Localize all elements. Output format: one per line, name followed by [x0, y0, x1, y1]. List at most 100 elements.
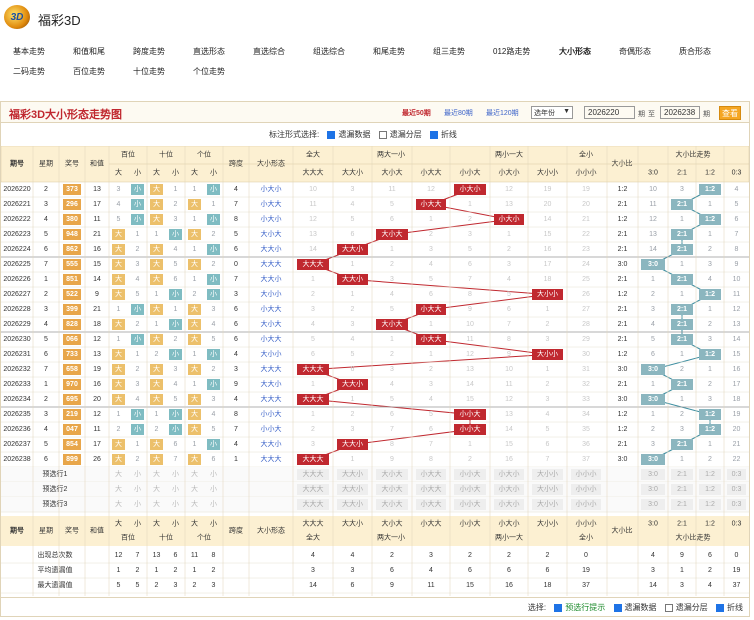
nav-item-13[interactable]: 百位走势	[73, 66, 105, 77]
ratio-miss-value: 11	[733, 291, 740, 298]
forecast-ratio: 1:2	[705, 501, 715, 508]
winning-number: 658	[66, 366, 78, 373]
nav-item-4[interactable]: 直选综合	[253, 46, 285, 57]
forecast-big: 大	[153, 484, 160, 493]
nav-item-15[interactable]: 个位走势	[193, 66, 225, 77]
period-cell: 2026228	[3, 306, 30, 313]
to-period-label: 期	[703, 111, 710, 118]
span-cell: 4	[234, 351, 238, 358]
bottom-missing-data-checkbox[interactable]	[613, 603, 622, 612]
polyline-checkbox[interactable]	[429, 130, 438, 139]
ge-small-value: 小	[210, 244, 217, 253]
stat-bai: 5	[136, 582, 140, 589]
forecast-ratio: 2:1	[677, 471, 687, 478]
form-miss-value: 7	[468, 276, 472, 283]
form-miss-value: 15	[544, 231, 552, 238]
ratio-miss-value: 16	[733, 366, 741, 373]
fucai-logo-icon[interactable]: 3D	[4, 5, 30, 29]
form-miss-value: 14	[309, 246, 317, 253]
form-miss-value: 6	[351, 366, 355, 373]
from-period-input[interactable]: 2026220	[584, 106, 635, 119]
ratio-miss-value: 2	[651, 426, 655, 433]
forecast-big: 大	[191, 499, 198, 508]
ratio-miss-value: 6	[735, 216, 739, 223]
form-cell: 小大大	[261, 334, 282, 343]
nav-item-10[interactable]: 奇偶形态	[619, 46, 651, 57]
forecast-small: 小	[134, 484, 141, 493]
stat-ge: 11	[191, 552, 198, 559]
week-cell: 3	[44, 411, 48, 418]
foot-span: 跨度	[229, 526, 243, 535]
nav-item-12[interactable]: 二码走势	[13, 66, 45, 77]
missing-data-checkbox[interactable]	[327, 130, 336, 139]
forecast-hint-checkbox[interactable]	[554, 603, 563, 612]
forecast-small: 小	[210, 484, 217, 493]
stat-form: 2	[507, 552, 511, 559]
foot-quan-da: 全大	[306, 533, 320, 542]
head-ratio-1: 2:1	[677, 170, 687, 177]
missing-layer-checkbox[interactable]	[378, 130, 387, 139]
nav-item-7[interactable]: 组三走势	[433, 46, 465, 57]
forecast-form: 小小大	[460, 469, 481, 478]
winning-number: 851	[66, 276, 78, 283]
bottom-missing-layer-checkbox[interactable]	[664, 603, 673, 612]
form-miss-value: 1	[546, 366, 550, 373]
foot-form-6: 大小小	[537, 519, 558, 528]
nav-item-5[interactable]: 组选综合	[313, 46, 345, 57]
shi-small-value: 小	[172, 289, 179, 298]
form-miss-value: 2	[351, 306, 355, 313]
foot-bai: 百位	[121, 533, 135, 542]
ratio-cell: 2:1	[618, 231, 628, 238]
week-cell: 4	[44, 321, 48, 328]
form-miss-value: 13	[505, 411, 513, 418]
nav-item-3[interactable]: 直选形态	[193, 46, 225, 57]
recent-80-link[interactable]: 最近80期	[444, 108, 473, 118]
nav-item-2[interactable]: 跨度走势	[133, 46, 165, 57]
nav-item-6[interactable]: 和尾走势	[373, 46, 405, 57]
bai-big-value: 大	[115, 229, 122, 238]
bai-small-value: 小	[134, 214, 141, 223]
head-small-2: 小	[210, 168, 217, 177]
forecast-big: 大	[115, 499, 122, 508]
winning-number: 733	[66, 351, 78, 358]
forecast-small: 小	[134, 469, 141, 478]
ge-miss-value: 2	[212, 261, 216, 268]
ratio-miss-value: 4	[735, 186, 739, 193]
recent-50-link[interactable]: 最近50期	[402, 108, 431, 118]
nav-item-0[interactable]: 基本走势	[13, 46, 45, 57]
shi-miss-value: 1	[174, 186, 178, 193]
week-cell: 4	[44, 216, 48, 223]
form-miss-value: 12	[466, 351, 474, 358]
forecast-form: 小小大	[460, 484, 481, 493]
form-cell: 大大大	[261, 454, 282, 463]
form-miss-value: 1	[311, 276, 315, 283]
form-hit-value: 大大小	[342, 439, 363, 448]
nav-item-8[interactable]: 012路走势	[493, 46, 530, 57]
recent-120-link[interactable]: 最近120期	[486, 108, 519, 118]
ratio-cell: 2:1	[618, 246, 628, 253]
week-cell: 6	[44, 456, 48, 463]
nav-item-11[interactable]: 质合形态	[679, 46, 711, 57]
stat-form: 14	[309, 582, 317, 589]
nav-item-9[interactable]: 大小形态	[559, 46, 591, 57]
to-period-input[interactable]: 2026238	[660, 106, 700, 119]
year-select[interactable]: 选年份 ▼	[531, 106, 573, 119]
ratio-miss-value: 3	[680, 426, 684, 433]
sum-cell: 17	[93, 441, 101, 448]
shi-small-value: 小	[172, 349, 179, 358]
nav-item-1[interactable]: 和值和尾	[73, 46, 105, 57]
form-miss-value: 4	[390, 381, 394, 388]
forecast-form: 小大小	[499, 469, 520, 478]
ratio-cell: 3:0	[618, 456, 628, 463]
query-button[interactable]: 查看	[719, 106, 741, 120]
form-miss-value: 3	[390, 366, 394, 373]
ratio-miss-value: 4	[708, 276, 712, 283]
form-miss-value: 5	[351, 351, 355, 358]
bottom-polyline-checkbox[interactable]	[716, 603, 724, 612]
annotation-label: 标注形式选择:	[269, 130, 320, 139]
ratio-hit-value: 2:1	[677, 381, 687, 388]
head-small-1: 小	[172, 168, 179, 177]
period-cell: 2026220	[3, 186, 30, 193]
nav-item-14[interactable]: 十位走势	[133, 66, 165, 77]
forecast-row-bg	[1, 467, 749, 482]
